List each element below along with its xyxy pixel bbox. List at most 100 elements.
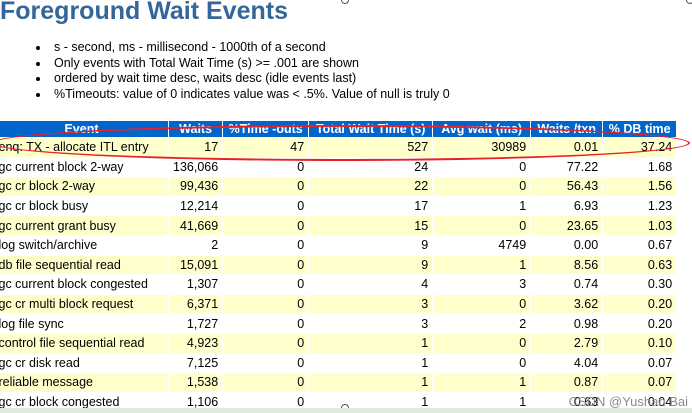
page-title: Foreground Wait Events	[0, 0, 288, 25]
cell-waits: 1,727	[168, 313, 224, 334]
cell-avg-wait: 4749	[432, 235, 532, 256]
cell-waits: 41,669	[168, 215, 224, 236]
cell-db-time: 0.67	[602, 235, 678, 256]
table-header-row: Event Waits %Time -outs Total Wait Time …	[0, 120, 678, 138]
cell-event: gc cr disk read	[0, 353, 169, 374]
table-row: log file sync 1,727 0 3 2 0.98 0.20	[0, 313, 678, 334]
cell-total-wait: 24	[308, 157, 434, 178]
cell-event: gc cr multi block request	[0, 294, 169, 315]
cell-event: log switch/archive	[0, 235, 169, 256]
cell-db-time: 0.10	[602, 333, 678, 354]
selection-handle[interactable]	[341, 0, 349, 4]
cell-total-wait: 527	[308, 137, 434, 158]
cell-db-time: 0.20	[602, 294, 678, 315]
cell-db-time: 0.20	[602, 313, 678, 334]
cell-event: gc cr block 2-way	[0, 176, 169, 197]
cell-waits: 6,371	[168, 294, 224, 315]
cell-timeouts: 0	[222, 333, 310, 354]
cell-total-wait: 22	[308, 176, 434, 197]
cell-waits: 136,066	[168, 157, 224, 178]
table-row: gc current block congested 1,307 0 4 3 0.74 0.…	[0, 274, 678, 295]
cell-timeouts: 0	[222, 313, 310, 334]
cell-waits-txn: 0.87	[530, 372, 604, 393]
cell-timeouts: 0	[222, 274, 310, 295]
cell-total-wait: 3	[308, 313, 434, 334]
cell-event: enq: TX - allocate ITL entry	[0, 137, 169, 158]
cell-db-time: 1.23	[602, 196, 678, 217]
cell-waits: 15,091	[168, 255, 224, 276]
cell-waits: 4,923	[168, 333, 224, 354]
cell-db-time: 1.03	[602, 215, 678, 236]
col-header-db-time[interactable]: % DB time	[602, 120, 678, 138]
cell-waits: 99,436	[168, 176, 224, 197]
cell-avg-wait: 3	[432, 274, 532, 295]
note-item: s - second, ms - millisecond - 1000th of…	[36, 40, 450, 56]
cell-total-wait: 17	[308, 196, 434, 217]
cell-total-wait: 9	[308, 235, 434, 256]
col-header-avg-wait[interactable]: Avg wait (ms)	[432, 120, 532, 138]
cell-event: gc current grant busy	[0, 215, 169, 236]
cell-waits: 1,538	[168, 372, 224, 393]
table-row: enq: TX - allocate ITL entry 17 47 527 30989…	[0, 137, 678, 158]
cell-timeouts: 0	[222, 372, 310, 393]
cell-timeouts: 47	[222, 137, 310, 158]
cell-avg-wait: 1	[432, 372, 532, 393]
table-row: gc cr multi block request 6,371 0 3 0 3.62 0.2…	[0, 294, 678, 315]
table-row: log switch/archive 2 0 9 4749 0.00 0.67	[0, 235, 678, 256]
cell-avg-wait: 0	[432, 157, 532, 178]
cell-waits-txn: 0.00	[530, 235, 604, 256]
cell-waits: 17	[168, 137, 224, 158]
cell-db-time: 0.07	[602, 372, 678, 393]
col-header-waits-txn[interactable]: Waits /txn	[530, 120, 604, 138]
cell-db-time: 0.63	[602, 255, 678, 276]
note-item: Only events with Total Wait Time (s) >= …	[36, 56, 450, 72]
col-header-timeouts[interactable]: %Time -outs	[222, 120, 310, 138]
cell-waits-txn: 2.79	[530, 333, 604, 354]
cell-total-wait: 15	[308, 215, 434, 236]
cell-waits-txn: 23.65	[530, 215, 604, 236]
cell-total-wait: 1	[308, 353, 434, 374]
cell-db-time: 1.56	[602, 176, 678, 197]
note-item: %Timeouts: value of 0 indicates value wa…	[36, 87, 450, 103]
cell-event: gc current block congested	[0, 274, 169, 295]
wait-events-table: Event Waits %Time -outs Total Wait Time …	[0, 120, 678, 413]
selection-handle[interactable]	[686, 0, 692, 4]
cell-avg-wait: 0	[432, 215, 532, 236]
cell-event: log file sync	[0, 313, 169, 334]
cell-timeouts: 0	[222, 255, 310, 276]
table-row: gc cr block 2-way 99,436 0 22 0 56.43 1.56	[0, 176, 678, 197]
cell-event: gc cr block busy	[0, 196, 169, 217]
cell-waits-txn: 0.01	[530, 137, 604, 158]
cell-event: control file sequential read	[0, 333, 169, 354]
notes-list: s - second, ms - millisecond - 1000th of…	[36, 40, 450, 102]
cell-timeouts: 0	[222, 215, 310, 236]
cell-avg-wait: 0	[432, 333, 532, 354]
col-header-total-wait[interactable]: Total Wait Time (s)	[308, 120, 434, 138]
cell-total-wait: 1	[308, 372, 434, 393]
table-row: db file sequential read 15,091 0 9 1 8.56 0.63	[0, 255, 678, 276]
cell-avg-wait: 1	[432, 255, 532, 276]
table-row: reliable message 1,538 0 1 1 0.87 0.07	[0, 372, 678, 393]
cell-avg-wait: 0	[432, 294, 532, 315]
cell-waits-txn: 8.56	[530, 255, 604, 276]
cell-total-wait: 4	[308, 274, 434, 295]
cell-waits-txn: 56.43	[530, 176, 604, 197]
table-row: gc current block 2-way 136,066 0 24 0 77.22 1.…	[0, 157, 678, 178]
table-body: enq: TX - allocate ITL entry 17 47 527 30989…	[0, 137, 678, 413]
cell-timeouts: 0	[222, 294, 310, 315]
table-row: gc cr block busy 12,214 0 17 1 6.93 1.23	[0, 196, 678, 217]
table-row: gc current grant busy 41,669 0 15 0 23.65 1.03	[0, 215, 678, 236]
cell-avg-wait: 0	[432, 176, 532, 197]
cell-timeouts: 0	[222, 353, 310, 374]
col-header-event[interactable]: Event	[0, 120, 169, 138]
cell-timeouts: 0	[222, 235, 310, 256]
cell-waits-txn: 6.93	[530, 196, 604, 217]
watermark: CSDN @Yushan Bai	[568, 394, 688, 409]
cell-avg-wait: 1	[432, 196, 532, 217]
cell-db-time: 1.68	[602, 157, 678, 178]
cell-waits-txn: 4.04	[530, 353, 604, 374]
cell-waits-txn: 0.74	[530, 274, 604, 295]
cell-event: gc current block 2-way	[0, 157, 169, 178]
col-header-waits[interactable]: Waits	[167, 120, 224, 138]
cell-waits: 7,125	[168, 353, 224, 374]
